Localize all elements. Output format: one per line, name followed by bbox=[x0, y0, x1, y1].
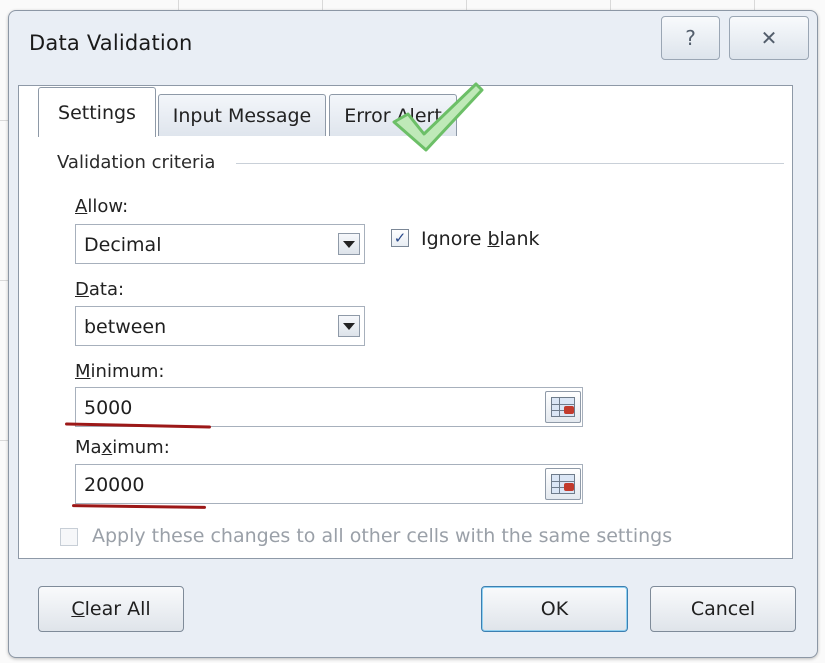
ignore-blank-label: Ignore blank bbox=[421, 228, 540, 250]
close-button[interactable]: ✕ bbox=[729, 16, 809, 60]
minimum-input[interactable]: 5000 bbox=[75, 387, 583, 427]
close-icon: ✕ bbox=[760, 26, 778, 50]
minimum-label: Minimum: bbox=[75, 361, 165, 382]
chevron-down-icon[interactable] bbox=[338, 315, 360, 337]
cancel-button[interactable]: Cancel bbox=[650, 586, 796, 632]
allow-value: Decimal bbox=[84, 234, 162, 256]
data-select[interactable]: between bbox=[75, 306, 365, 346]
maximum-input[interactable]: 20000 bbox=[75, 464, 583, 504]
group-divider bbox=[236, 163, 784, 164]
checkmark-icon: ✓ bbox=[393, 229, 407, 247]
help-icon: ? bbox=[685, 26, 696, 50]
dialog-title: Data Validation bbox=[29, 31, 193, 55]
chevron-down-icon[interactable] bbox=[338, 233, 360, 255]
allow-label: Allow: bbox=[75, 196, 129, 217]
tab-input-message-label: Input Message bbox=[172, 104, 312, 127]
data-value: between bbox=[84, 316, 167, 338]
tab-settings-label: Settings bbox=[58, 101, 136, 124]
tab-settings[interactable]: Settings bbox=[38, 87, 156, 137]
ok-button[interactable]: OK bbox=[481, 586, 628, 632]
maximum-value: 20000 bbox=[84, 474, 145, 496]
apply-all-label: Apply these changes to all other cells w… bbox=[92, 525, 673, 547]
maximum-range-picker-button[interactable] bbox=[545, 468, 581, 500]
minimum-range-picker-button[interactable] bbox=[545, 391, 581, 423]
ignore-blank-checkbox[interactable]: ✓ bbox=[391, 229, 409, 247]
title-bar: Data Validation ? ✕ bbox=[9, 11, 817, 73]
tab-input-message[interactable]: Input Message bbox=[158, 94, 326, 136]
tab-error-alert[interactable]: Error Alert bbox=[329, 94, 457, 136]
apply-all-checkbox[interactable] bbox=[60, 528, 78, 546]
help-button[interactable]: ? bbox=[661, 16, 720, 60]
allow-select[interactable]: Decimal bbox=[75, 224, 365, 264]
validation-criteria-label: Validation criteria bbox=[57, 152, 216, 173]
clear-all-button[interactable]: Clear All bbox=[38, 586, 184, 632]
tab-error-alert-label: Error Alert bbox=[344, 104, 442, 127]
data-label: Data: bbox=[75, 279, 125, 300]
minimum-value: 5000 bbox=[84, 397, 133, 419]
maximum-label: Maximum: bbox=[75, 437, 170, 458]
